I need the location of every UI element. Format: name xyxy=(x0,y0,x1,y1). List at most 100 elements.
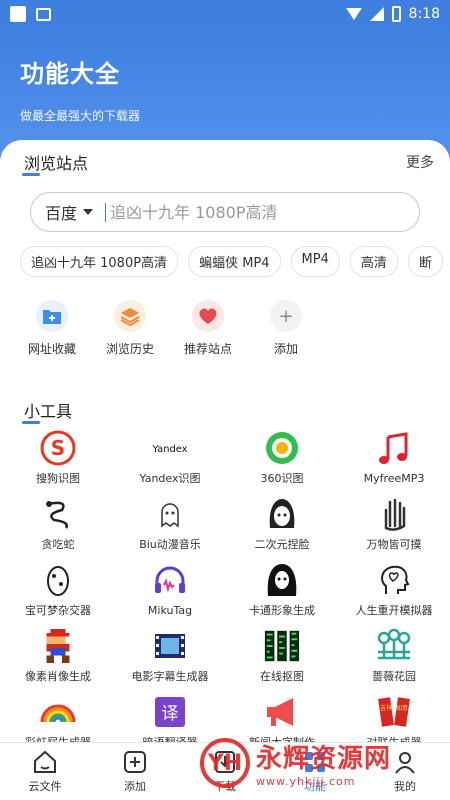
tool-label: 贪吃蛇 xyxy=(41,538,75,551)
tool-label: MyfreeMP3 xyxy=(363,472,425,485)
couplet-icon: 吉祥 如意 xyxy=(375,694,413,730)
search-engine-label: 百度 xyxy=(45,204,78,223)
battery-icon xyxy=(391,6,401,22)
tool-label: Yandex识图 xyxy=(139,472,201,485)
quick-action-recommended[interactable]: 推荐站点 xyxy=(176,300,240,357)
megaphone-icon xyxy=(263,694,301,730)
film-icon xyxy=(151,628,189,664)
tool-label: 人生重开模拟器 xyxy=(355,604,433,617)
cartoon-face-icon xyxy=(263,562,301,598)
anime-face-icon xyxy=(263,496,301,532)
tool-item[interactable]: S 搜狗识图 xyxy=(2,430,114,486)
tool-label: 万物皆可摸 xyxy=(366,538,422,551)
quick-action-label: 添加 xyxy=(273,342,298,356)
tool-label: 二次元捏脸 xyxy=(254,538,310,551)
layers-icon xyxy=(114,300,146,332)
notification-square-icon xyxy=(10,6,26,22)
sogou-icon: S xyxy=(39,430,77,466)
browse-section-title: 浏览站点 xyxy=(21,150,88,176)
head-heart-icon xyxy=(375,562,413,598)
headphones-icon xyxy=(151,562,189,600)
home-cloud-icon xyxy=(34,750,56,773)
user-icon xyxy=(395,752,415,774)
tab-cloud-files[interactable]: 云文件 xyxy=(0,743,90,800)
tool-label: MikuTag xyxy=(147,604,193,617)
svg-text:吉祥: 吉祥 xyxy=(380,704,392,712)
heart-icon xyxy=(192,300,224,332)
tool-label: 在线抠图 xyxy=(260,670,304,683)
tab-label: 我的 xyxy=(394,780,416,793)
garden-icon xyxy=(375,628,413,664)
signal-icon xyxy=(369,7,384,21)
tool-label: 电影字幕生成器 xyxy=(131,670,209,683)
tab-label: 添加 xyxy=(124,780,146,793)
tool-item[interactable]: 万物皆可摸 xyxy=(338,496,450,552)
tool-item[interactable]: 卡通形象生成 xyxy=(226,562,338,618)
svg-text:Yandex: Yandex xyxy=(152,444,188,455)
tag-chip[interactable]: MP4 xyxy=(290,246,340,277)
tab-add[interactable]: 添加 xyxy=(90,743,180,800)
tool-item[interactable]: 蔷薇花园 xyxy=(338,628,450,684)
tool-label: 卡通形象生成 xyxy=(249,604,315,617)
tool-label: 360识图 xyxy=(260,472,304,485)
tool-item[interactable]: 宝可梦杂交器 xyxy=(2,562,114,618)
watermark: YH 永辉资源网 www.yhkjjj.com xyxy=(200,738,391,788)
tool-label: 蔷薇花园 xyxy=(372,670,416,683)
tools-section-header: 小工具 xyxy=(21,398,434,424)
image-notification-icon xyxy=(36,7,51,21)
tool-item[interactable]: 在线抠图 xyxy=(226,628,338,684)
watermark-name: 永辉资源网 xyxy=(256,744,392,774)
yandex-icon: Yandex xyxy=(151,430,189,466)
quick-actions: 网址收藏 浏览历史 推荐站点 + 添加 xyxy=(20,300,318,357)
tool-item[interactable]: Biu动漫音乐 xyxy=(114,496,226,552)
tool-item[interactable]: 二次元捏脸 xyxy=(226,496,338,552)
360-icon xyxy=(263,430,301,466)
tag-chip[interactable]: 追凶十九年 1080P高清 xyxy=(20,246,179,277)
matrix-icon xyxy=(263,628,301,664)
tool-item[interactable]: 电影字幕生成器 xyxy=(114,628,226,684)
translate-icon: 译 xyxy=(151,694,189,730)
quick-action-add[interactable]: + 添加 xyxy=(254,300,318,357)
tag-chip[interactable]: 断 xyxy=(407,246,443,277)
tool-label: Biu动漫音乐 xyxy=(139,538,201,551)
tools-section-title: 小工具 xyxy=(21,398,72,424)
ghost-icon xyxy=(151,496,189,532)
search-bar: 百度 xyxy=(30,192,420,232)
tag-chip[interactable]: 高清 xyxy=(349,246,398,277)
tool-item[interactable]: 像素肖像生成 xyxy=(2,628,114,684)
pixel-mario-icon xyxy=(39,628,77,664)
quick-action-label: 浏览历史 xyxy=(105,342,154,356)
tool-item[interactable]: 360识图 xyxy=(226,430,338,486)
hand-icon xyxy=(375,496,413,532)
tools-grid: S 搜狗识图 Yandex Yandex识图 360识图 MyfreeMP3 贪… xyxy=(0,430,450,750)
quick-action-history[interactable]: 浏览历史 xyxy=(98,300,162,357)
tool-label: 搜狗识图 xyxy=(36,472,80,485)
hot-search-tags: 追凶十九年 1080P高清 蝙蝠侠 MP4 MP4 高清 断 xyxy=(20,246,450,277)
quick-action-label: 网址收藏 xyxy=(27,342,76,356)
quick-action-bookmarks[interactable]: 网址收藏 xyxy=(20,300,84,357)
egg-icon xyxy=(39,562,77,598)
folder-plus-icon xyxy=(36,300,68,332)
tool-item[interactable]: MyfreeMP3 xyxy=(338,430,450,486)
tool-item[interactable]: Yandex Yandex识图 xyxy=(114,430,226,486)
svg-text:译: 译 xyxy=(162,704,179,724)
page-title: 功能大全 xyxy=(20,60,120,88)
tool-item[interactable]: 人生重开模拟器 xyxy=(338,562,450,618)
more-link[interactable]: 更多 xyxy=(406,152,434,172)
watermark-url: www.yhkjjj.com xyxy=(256,775,356,788)
snake-icon xyxy=(39,496,77,532)
tool-item[interactable]: MikuTag xyxy=(114,562,226,618)
search-input[interactable] xyxy=(105,202,386,222)
watermark-logo: YH xyxy=(200,738,250,788)
caret-down-icon xyxy=(83,209,94,215)
tool-item[interactable]: 贪吃蛇 xyxy=(2,496,114,552)
music-note-icon xyxy=(375,430,413,468)
add-box-icon xyxy=(124,751,146,773)
search-engine-select[interactable]: 百度 xyxy=(45,200,94,224)
tag-chip[interactable]: 蝙蝠侠 MP4 xyxy=(188,246,281,277)
quick-action-label: 推荐站点 xyxy=(183,342,232,356)
clock: 8:18 xyxy=(408,6,440,22)
page-subtitle: 做最全最强大的下载器 xyxy=(20,109,141,123)
rainbow-icon xyxy=(39,694,77,730)
svg-text:S: S xyxy=(51,436,65,460)
